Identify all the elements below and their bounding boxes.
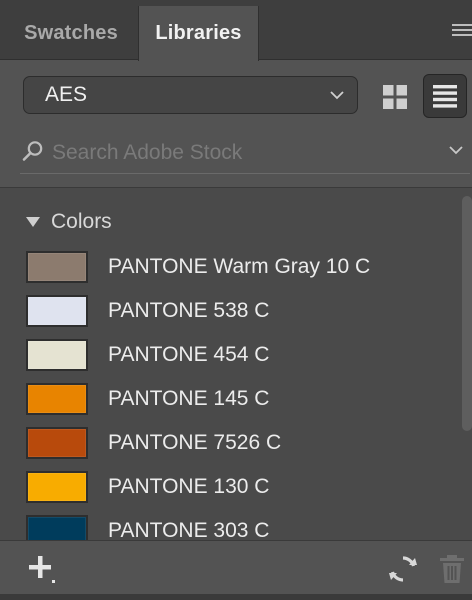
- color-chip: [26, 251, 88, 283]
- color-name: PANTONE 454 C: [108, 343, 270, 366]
- search-icon: [22, 141, 43, 161]
- color-name: PANTONE 303 C: [108, 519, 270, 540]
- tab-swatches[interactable]: Swatches: [6, 6, 136, 60]
- disclosure-triangle-icon: [26, 217, 40, 227]
- color-chip: [26, 427, 88, 459]
- color-name: PANTONE 145 C: [108, 387, 270, 410]
- color-name: PANTONE 7526 C: [108, 431, 282, 454]
- library-dropdown-value: AES: [45, 83, 88, 106]
- library-content: Colors PANTONE Warm Gray 10 C PANTONE 53…: [0, 187, 472, 540]
- search-input[interactable]: [52, 136, 432, 170]
- color-swatch-row[interactable]: PANTONE 454 C: [26, 338, 269, 372]
- panel-tab-bar: Swatches Libraries: [0, 0, 472, 61]
- plus-icon[interactable]: [26, 553, 58, 585]
- panel-menu-icon[interactable]: [452, 24, 472, 40]
- sync-icon[interactable]: [387, 553, 419, 585]
- color-swatch-row[interactable]: PANTONE 303 C: [26, 514, 269, 540]
- panel-bottom-edge: [0, 594, 472, 600]
- colors-section-title: Colors: [51, 210, 112, 233]
- color-swatch-row[interactable]: PANTONE 7526 C: [26, 426, 281, 460]
- grid-view-icon: [383, 85, 407, 109]
- list-view-icon: [433, 85, 457, 108]
- color-swatch-row[interactable]: PANTONE 130 C: [26, 470, 269, 504]
- list-view-button[interactable]: [423, 74, 467, 118]
- color-name: PANTONE 538 C: [108, 299, 270, 322]
- color-chip: [26, 339, 88, 371]
- color-chip: [26, 295, 88, 327]
- color-swatch-row[interactable]: PANTONE 538 C: [26, 294, 269, 328]
- bottom-toolbar: [0, 540, 472, 594]
- color-name: PANTONE Warm Gray 10 C: [108, 255, 371, 278]
- tab-libraries[interactable]: Libraries: [138, 6, 259, 61]
- libraries-panel: Swatches Libraries AES Search Adobe Stoc…: [0, 0, 472, 600]
- trash-icon[interactable]: [438, 553, 466, 585]
- color-chip: [26, 471, 88, 503]
- color-name: PANTONE 130 C: [108, 475, 270, 498]
- color-chip: [26, 515, 88, 540]
- color-chip: [26, 383, 88, 415]
- color-swatch-row[interactable]: PANTONE Warm Gray 10 C: [26, 250, 370, 284]
- stock-search-bar: [20, 132, 470, 174]
- color-swatch-row[interactable]: PANTONE 145 C: [26, 382, 269, 416]
- colors-section-header[interactable]: Colors: [26, 208, 112, 236]
- scrollbar[interactable]: [462, 196, 472, 431]
- library-dropdown[interactable]: AES: [23, 76, 358, 114]
- grid-view-button[interactable]: [374, 76, 416, 118]
- chevron-down-icon: [330, 91, 344, 100]
- chevron-down-icon[interactable]: [448, 144, 464, 158]
